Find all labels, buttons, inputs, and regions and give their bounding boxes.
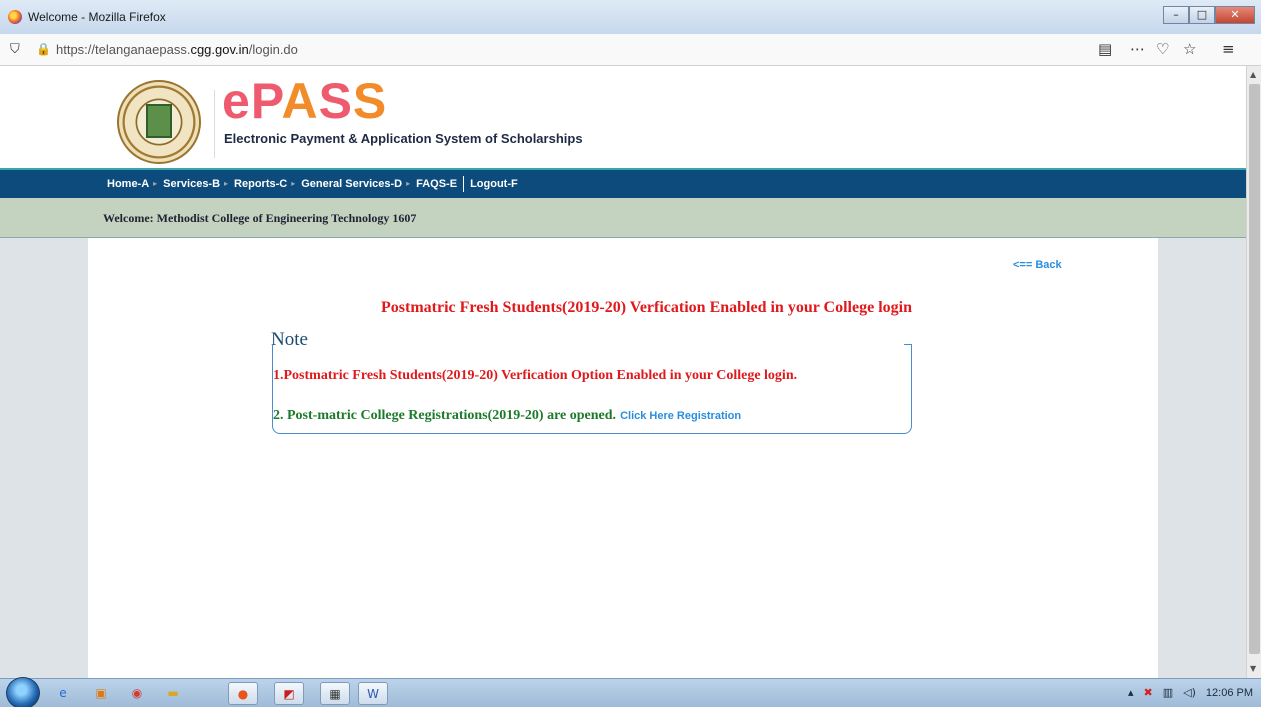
registration-link[interactable]: Click Here Registration <box>620 410 741 422</box>
main-content: <== Back Postmatric Fresh Students(2019-… <box>88 238 1158 678</box>
vertical-scrollbar[interactable]: ▲ ▼ <box>1246 66 1261 678</box>
display-icon[interactable]: ▥ <box>1163 686 1173 699</box>
menu-general-services[interactable]: General Services-D <box>297 178 406 190</box>
url-bar[interactable]: https://telanganaepass.cgg.gov.in/login.… <box>56 42 298 57</box>
browser-toolbar: ⛉ 🔒 https://telanganaepass.cgg.gov.in/lo… <box>0 34 1261 66</box>
main-menu: Home-A ▸ Services-B ▸ Reports-C ▸ Genera… <box>103 176 522 192</box>
maximize-button[interactable]: □ <box>1189 6 1215 24</box>
start-button[interactable] <box>6 677 40 707</box>
more-icon[interactable]: ⋯ <box>1130 40 1145 58</box>
note-line-2: 2. Post-matric College Registrations(201… <box>273 408 741 424</box>
close-button[interactable]: ✕ <box>1215 6 1255 24</box>
firefox-icon[interactable]: ● <box>228 682 258 705</box>
logo-letter-e: e <box>222 73 251 129</box>
menu-divider <box>463 176 465 192</box>
site-header: ePASS Electronic Payment & Application S… <box>0 66 1246 168</box>
menu-logout[interactable]: Logout-F <box>466 178 522 190</box>
ie-icon[interactable]: e <box>48 682 78 705</box>
page-viewport: ePASS Electronic Payment & Application S… <box>0 66 1246 678</box>
app-icon[interactable]: ▦ <box>320 682 350 705</box>
firefox-icon <box>8 10 22 24</box>
logo-letter-s1: S <box>318 73 353 129</box>
epass-logo: ePASS <box>222 72 387 130</box>
logo-letter-a: A <box>281 73 319 129</box>
bookmark-star-icon[interactable]: ☆ <box>1183 40 1196 58</box>
lock-icon[interactable]: 🔒 <box>36 42 51 56</box>
scroll-up-icon[interactable]: ▲ <box>1250 70 1256 79</box>
scroll-down-icon[interactable]: ▼ <box>1250 664 1256 673</box>
media-player-icon[interactable]: ▣ <box>86 682 116 705</box>
shield-icon[interactable]: ⛉ <box>10 42 20 57</box>
volume-icon[interactable]: ◁) <box>1183 686 1196 699</box>
word-icon[interactable]: W <box>358 682 388 705</box>
pocket-icon[interactable]: ♡ <box>1156 40 1169 58</box>
explorer-icon[interactable]: ▬ <box>158 682 188 705</box>
back-link[interactable]: <== Back <box>1013 259 1062 271</box>
main-menu-bar: Home-A ▸ Services-B ▸ Reports-C ▸ Genera… <box>0 168 1246 198</box>
scrollbar-thumb[interactable] <box>1249 84 1260 654</box>
page-headline: Postmatric Fresh Students(2019-20) Verfi… <box>381 299 912 316</box>
government-emblem-icon <box>117 80 201 164</box>
window-title-bar: Welcome - Mozilla Firefox – □ ✕ <box>0 0 1261 34</box>
system-tray: ▴ ✖ ▥ ◁) 12:06 PM <box>1128 686 1253 699</box>
reader-view-icon[interactable]: ▤ <box>1098 40 1112 58</box>
header-divider <box>214 90 215 158</box>
welcome-band: Welcome: Methodist College of Engineerin… <box>0 198 1246 238</box>
chrome-icon[interactable]: ◉ <box>122 682 152 705</box>
acrobat-icon[interactable]: ◩ <box>274 682 304 705</box>
logo-letter-p: P <box>250 73 282 129</box>
welcome-text: Welcome: Methodist College of Engineerin… <box>103 211 417 225</box>
url-prefix: https://telanganaepass. <box>56 42 191 57</box>
emblem-center <box>146 104 172 138</box>
window-controls: – □ ✕ <box>1163 6 1255 24</box>
logo-letter-s2: S <box>352 73 388 129</box>
windows-taskbar: e ▣ ◉ ▬ ● ◩ ▦ W ▴ ✖ ▥ ◁) 12:06 PM <box>0 677 1261 707</box>
clock[interactable]: 12:06 PM <box>1206 687 1253 699</box>
note-line-2-text: 2. Post-matric College Registrations(201… <box>273 408 617 423</box>
network-icon[interactable]: ✖ <box>1144 686 1153 699</box>
menu-icon[interactable]: ≡ <box>1222 40 1235 58</box>
note-line-1: 1.Postmatric Fresh Students(2019-20) Ver… <box>273 368 798 383</box>
note-box: 1.Postmatric Fresh Students(2019-20) Ver… <box>272 344 912 434</box>
show-hidden-icons-icon[interactable]: ▴ <box>1128 686 1134 699</box>
menu-services[interactable]: Services-B <box>159 178 224 190</box>
menu-faqs[interactable]: FAQS-E <box>412 178 461 190</box>
site-tagline: Electronic Payment & Application System … <box>224 131 583 146</box>
url-domain: cgg.gov.in <box>190 42 249 57</box>
menu-reports[interactable]: Reports-C <box>230 178 291 190</box>
minimize-button[interactable]: – <box>1163 6 1189 24</box>
url-path: /login.do <box>248 42 298 57</box>
window-title: Welcome - Mozilla Firefox <box>28 10 166 24</box>
menu-home[interactable]: Home-A <box>103 178 153 190</box>
